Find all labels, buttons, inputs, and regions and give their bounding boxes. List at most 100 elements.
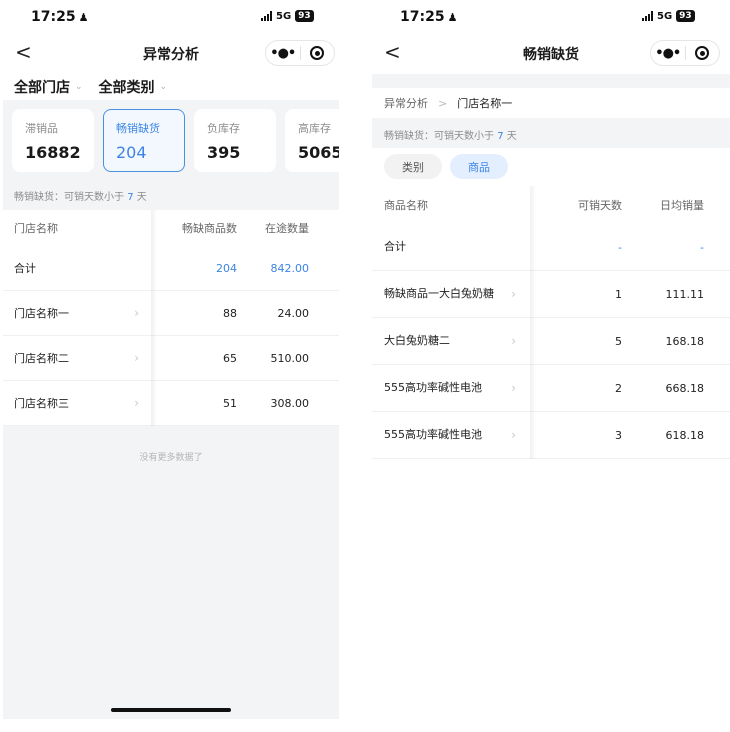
card-label: 畅销缺货 — [116, 122, 160, 135]
home-indicator[interactable] — [111, 708, 231, 712]
top-gap — [372, 74, 730, 88]
row-name: 555高功率碱性电池 — [384, 381, 482, 394]
card-high-stock[interactable]: 高库存 5065 — [285, 109, 339, 172]
row-transit: 510.00 — [270, 351, 310, 365]
store-filter-label: 全部门店 — [14, 80, 70, 96]
row-days: 2 — [615, 381, 622, 395]
card-value: 395 — [207, 143, 241, 162]
table-row-total: 合计 - - — [372, 224, 730, 271]
close-mini-program-icon[interactable] — [686, 46, 720, 60]
sticky-column-shadow — [530, 186, 536, 459]
table-row[interactable]: 555高功率碱性电池 › 2 668.18 — [372, 365, 730, 412]
view-tabs: 类别 商品 — [372, 148, 730, 186]
row-count: 51 — [223, 396, 237, 410]
chevron-down-icon: ⌄ — [159, 82, 168, 92]
no-more-data-text: 没有更多数据了 — [139, 453, 203, 463]
table-row[interactable]: 门店名称二 › 65 510.00 — [3, 336, 339, 381]
row-name: 大白兔奶糖二 — [384, 334, 450, 347]
table-header: 门店名称 畅缺商品数 在途数量 — [3, 210, 339, 246]
network-label: 5G — [657, 10, 673, 22]
chevron-right-icon: › — [134, 396, 139, 410]
breadcrumb-parent[interactable]: 异常分析 — [384, 95, 428, 111]
nav-bar: < 异常分析 •●• — [3, 34, 339, 74]
card-value: 16882 — [25, 143, 81, 162]
battery-icon: 93 — [676, 10, 695, 22]
card-label: 高库存 — [298, 122, 331, 135]
battery-icon: 93 — [295, 10, 314, 22]
card-bestseller-out-of-stock[interactable]: 畅销缺货 204 — [103, 109, 185, 172]
chevron-right-icon: › — [511, 381, 516, 395]
table-row[interactable]: 畅缺商品一大白兔奶糖 › 1 111.11 — [372, 271, 730, 318]
nav-bar: < 畅销缺货 •●• — [372, 34, 730, 74]
person-icon: ♟ — [78, 11, 89, 24]
person-icon: ♟ — [447, 11, 458, 24]
tab-category[interactable]: 类别 — [384, 154, 442, 179]
col-sellable-days: 可销天数 — [578, 199, 622, 212]
table-row-total: 合计 204 842.00 — [3, 246, 339, 291]
status-bar: 17:25 ♟ 5G 93 — [372, 0, 730, 34]
card-label: 滞销品 — [25, 122, 58, 135]
table-row[interactable]: 门店名称一 › 88 24.00 — [3, 291, 339, 336]
status-time: 17:25 ♟ — [31, 9, 88, 25]
table-header: 商品名称 可销天数 日均销量 — [372, 186, 730, 224]
close-mini-program-icon[interactable] — [301, 46, 335, 60]
row-days: - — [618, 240, 622, 254]
breadcrumb: 异常分析 > 门店名称一 — [372, 88, 730, 118]
product-table: 商品名称 可销天数 日均销量 合计 - - 畅缺商品一大白兔奶糖 › 1 111.… — [372, 186, 730, 459]
row-transit: 24.00 — [277, 306, 310, 320]
row-transit: 308.00 — [270, 396, 310, 410]
status-icons: 5G 93 — [642, 10, 695, 22]
network-label: 5G — [276, 10, 292, 22]
row-days: 3 — [615, 428, 622, 442]
card-negative-stock[interactable]: 负库存 395 — [194, 109, 276, 172]
table-row[interactable]: 555高功率碱性电池 › 3 618.18 — [372, 412, 730, 459]
store-filter[interactable]: 全部门店 ⌄ — [14, 77, 83, 97]
card-label: 负库存 — [207, 122, 240, 135]
col-in-transit: 在途数量 — [265, 222, 309, 235]
more-icon[interactable]: •●• — [651, 46, 685, 61]
row-count: 204 — [216, 261, 237, 275]
criteria-hint: 畅销缺货：可销天数小于 7 天 — [372, 118, 730, 148]
tab-product[interactable]: 商品 — [450, 154, 508, 179]
chevron-right-icon: › — [511, 287, 516, 301]
status-bar: 17:25 ♟ 5G 93 — [3, 0, 339, 34]
chevron-right-icon: › — [511, 428, 516, 442]
row-transit: 842.00 — [270, 261, 310, 275]
status-icons: 5G 93 — [261, 10, 314, 22]
col-daily-avg-sales: 日均销量 — [660, 199, 704, 212]
row-name: 畅缺商品一大白兔奶糖 — [384, 287, 494, 300]
summary-cards: 滞销品 16882 畅销缺货 204 负库存 395 高库存 5065 — [3, 100, 339, 184]
col-shortage-count: 畅缺商品数 — [182, 222, 237, 235]
row-name: 合计 — [384, 240, 406, 253]
status-time: 17:25 ♟ — [400, 9, 457, 25]
right-screen: 17:25 ♟ 5G 93 < 畅销缺货 •●• 异常分析 > 门店名称一 畅销缺… — [372, 0, 730, 732]
hint-number: 7 — [497, 131, 504, 142]
table-row[interactable]: 大白兔奶糖二 › 5 168.18 — [372, 318, 730, 365]
list-footer: 没有更多数据了 — [3, 426, 339, 719]
row-name: 门店名称三 — [14, 397, 69, 410]
card-slow-moving[interactable]: 滞销品 16882 — [12, 109, 94, 172]
signal-icon — [642, 11, 653, 21]
row-name: 门店名称二 — [14, 352, 69, 365]
chevron-right-icon: › — [134, 351, 139, 365]
hint-number: 7 — [127, 192, 134, 203]
category-filter-label: 全部类别 — [98, 80, 155, 96]
chevron-right-icon: › — [134, 306, 139, 320]
row-avg: 168.18 — [665, 334, 705, 348]
mini-program-capsule: •●• — [265, 40, 335, 66]
row-count: 88 — [223, 306, 237, 320]
more-icon[interactable]: •●• — [266, 46, 300, 61]
row-days: 5 — [615, 334, 622, 348]
row-avg: 111.11 — [665, 287, 705, 301]
summary-section: 滞销品 16882 畅销缺货 204 负库存 395 高库存 5065 畅销缺货… — [3, 100, 339, 210]
table-row[interactable]: 门店名称三 › 51 308.00 — [3, 381, 339, 426]
chevron-down-icon: ⌄ — [75, 82, 83, 92]
row-count: 65 — [223, 351, 237, 365]
category-filter[interactable]: 全部类别 ⌄ — [99, 77, 168, 97]
col-product-name: 商品名称 — [384, 199, 428, 212]
store-table: 门店名称 畅缺商品数 在途数量 合计 204 842.00 门店名称一 › 88 … — [3, 210, 339, 426]
left-screen: 17:25 ♟ 5G 93 < 异常分析 •●• 全部门店 ⌄ 全部类别 ⌄ 滞销品 … — [3, 0, 339, 732]
breadcrumb-separator: > — [438, 96, 448, 110]
hint-prefix: 畅销缺货：可销天数小于 — [384, 131, 494, 142]
row-days: 1 — [615, 287, 622, 301]
